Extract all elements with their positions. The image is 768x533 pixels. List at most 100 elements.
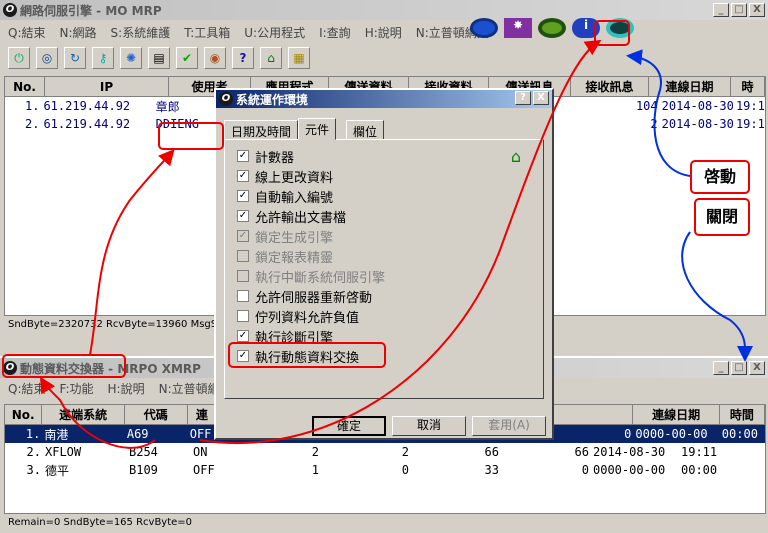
cell-value: 1 bbox=[311, 463, 319, 477]
cancel-button[interactable]: 取消 bbox=[392, 416, 466, 436]
col-date[interactable]: 連線日期 bbox=[633, 405, 720, 424]
menu-quit[interactable]: Q:結束 bbox=[8, 24, 46, 41]
option-checkbox[interactable]: ✓ 鎖定生成引擎 bbox=[237, 226, 385, 246]
disk-icon[interactable]: ▤ bbox=[148, 47, 170, 69]
col-no[interactable]: No. bbox=[5, 77, 45, 96]
menu-function[interactable]: F:功能 bbox=[60, 380, 94, 397]
option-checkbox[interactable]: ✓ 線上更改資料 bbox=[237, 166, 385, 186]
minimize-button[interactable]: _ bbox=[713, 361, 729, 375]
checkbox-box[interactable]: ✓ bbox=[237, 210, 249, 222]
option-checkbox[interactable]: 允許伺服器重新啓動 bbox=[237, 286, 385, 306]
tab-fields[interactable]: 欄位 bbox=[346, 120, 385, 140]
target-icon[interactable] bbox=[538, 18, 566, 38]
checkbox-box[interactable] bbox=[237, 290, 249, 302]
main-toolbar: ⏻ ◎ ↻ ⚷ ✺ ▤ ✔ ◉ ? ⌂ ▦ bbox=[0, 45, 768, 71]
cell-value: 2 bbox=[311, 445, 319, 459]
network-gear-icon[interactable] bbox=[470, 18, 498, 38]
swirl-icon[interactable]: ✺ bbox=[120, 47, 142, 69]
checkbox-box[interactable]: ✓ bbox=[237, 150, 249, 162]
app-logo-icon: O bbox=[3, 3, 17, 17]
cell-date: 2014-08-30 bbox=[593, 445, 666, 459]
cell-ip: 61.219.44.92 bbox=[43, 99, 131, 113]
checkbox-box[interactable]: ✓ bbox=[237, 230, 249, 242]
menu-help[interactable]: H:說明 bbox=[108, 380, 145, 397]
refresh-icon[interactable]: ↻ bbox=[64, 47, 86, 69]
cell-time: 19:11 bbox=[681, 445, 718, 459]
menu-help[interactable]: H:說明 bbox=[365, 24, 402, 41]
grid-icon[interactable]: ▦ bbox=[288, 47, 310, 69]
checkbox-box[interactable] bbox=[237, 270, 249, 282]
cell-recv-msg: 2 bbox=[650, 117, 658, 131]
option-checkbox[interactable]: 執行中斷系統伺服引擎 bbox=[237, 266, 385, 286]
col-time[interactable]: 時間 bbox=[720, 405, 765, 424]
checkbox-box[interactable]: ✓ bbox=[237, 170, 249, 182]
cell-value: 66 bbox=[574, 445, 589, 459]
option-checkbox[interactable]: 鎖定報表精靈 bbox=[237, 246, 385, 266]
col-date[interactable]: 連線日期 bbox=[649, 77, 731, 96]
cell-no: 1. bbox=[25, 99, 40, 113]
menu-network[interactable]: N:網路 bbox=[60, 24, 97, 41]
dialog-title-bar[interactable]: O 系統運作環境 ? X bbox=[216, 90, 552, 108]
option-label: 允許輸出文書檔 bbox=[255, 210, 347, 226]
close-button[interactable]: X bbox=[533, 91, 549, 105]
col-no[interactable]: No. bbox=[5, 405, 43, 424]
cell-no: 2. bbox=[25, 117, 40, 131]
main-title-bar[interactable]: O 網路伺服引擎 - MO MRP _ □ X bbox=[0, 0, 768, 20]
option-checkbox[interactable]: ✓ 允許輸出文書檔 bbox=[237, 206, 385, 226]
checkbox-box[interactable]: ✓ bbox=[237, 330, 249, 342]
cell-state: OFF bbox=[193, 463, 215, 477]
menu-system[interactable]: S:系統維護 bbox=[111, 24, 171, 41]
cell-no: 3. bbox=[26, 463, 41, 477]
close-button[interactable]: X bbox=[749, 361, 765, 375]
cell-no: 1. bbox=[25, 427, 41, 441]
label-close: 關閉 bbox=[694, 198, 750, 236]
highlight-user bbox=[158, 122, 224, 150]
menu-utilities[interactable]: U:公用程式 bbox=[244, 24, 305, 41]
apply-button[interactable]: 套用(A) bbox=[472, 416, 546, 436]
ok-button[interactable]: 確定 bbox=[312, 416, 386, 436]
cell-system: XFLOW bbox=[45, 445, 82, 459]
table-row[interactable]: 3. 德平 B109 OFF 1 0 33 0 0000-00-00 00:00 bbox=[5, 461, 765, 479]
connect-icon[interactable]: ◎ bbox=[36, 47, 58, 69]
tab-components[interactable]: 元件 bbox=[298, 118, 337, 140]
table-row[interactable]: 2. XFLOW B254 ON 2 2 66 66 2014-08-30 19… bbox=[5, 443, 765, 461]
col-time[interactable]: 時 bbox=[731, 77, 765, 96]
option-checkbox[interactable]: ✓ 計數器 bbox=[237, 146, 385, 166]
cell-value: 0 bbox=[401, 463, 409, 477]
col-connect[interactable]: 連 bbox=[188, 405, 218, 424]
option-label: 佇列資料允許負值 bbox=[255, 310, 360, 326]
col-code[interactable]: 代碼 bbox=[125, 405, 188, 424]
settings-dialog: O 系統運作環境 ? X 日期及時間 元件 欄位 ⌂ ✓ 計數器 ✓ 線上更改資料 ✓ 自… bbox=[214, 88, 554, 440]
checkbox-box[interactable] bbox=[237, 250, 249, 262]
tab-datetime[interactable]: 日期及時間 bbox=[224, 120, 299, 140]
close-button[interactable]: X bbox=[749, 3, 765, 17]
minimize-button[interactable]: _ bbox=[713, 3, 729, 17]
option-checkbox[interactable]: 佇列資料允許負值 bbox=[237, 306, 385, 326]
col-remote-system[interactable]: 遠端系統 bbox=[42, 405, 125, 424]
help-button[interactable]: ? bbox=[515, 91, 531, 105]
sub-status-bar: Remain=0 SndByte=165 RcvByte=0 bbox=[8, 517, 193, 528]
col-recv-msg[interactable]: 接收訊息 bbox=[571, 77, 649, 96]
col-ip[interactable]: IP bbox=[45, 77, 169, 96]
home-icon[interactable]: ⌂ bbox=[260, 47, 282, 69]
checkbox-box[interactable]: ✓ bbox=[237, 190, 249, 202]
option-label: 允許伺服器重新啓動 bbox=[255, 290, 373, 306]
maximize-button[interactable]: □ bbox=[731, 361, 747, 375]
cell-date: 0000-00-00 bbox=[635, 427, 708, 441]
record-icon[interactable]: ◉ bbox=[204, 47, 226, 69]
option-label: 自動輸入編號 bbox=[255, 190, 334, 206]
maximize-button[interactable]: □ bbox=[731, 3, 747, 17]
menu-query[interactable]: I:查詢 bbox=[319, 24, 351, 41]
cell-state: ON bbox=[193, 445, 208, 459]
cell-time: 19:1 bbox=[735, 99, 765, 113]
power-icon[interactable]: ⏻ bbox=[8, 47, 30, 69]
option-checkbox[interactable]: ✓ 自動輸入編號 bbox=[237, 186, 385, 206]
check-icon[interactable]: ✔ bbox=[176, 47, 198, 69]
help-icon[interactable]: ? bbox=[232, 47, 254, 69]
menu-quit[interactable]: Q:結束 bbox=[8, 380, 46, 397]
sparkle-icon[interactable]: ✸ bbox=[504, 18, 532, 38]
cell-system: 德平 bbox=[45, 463, 70, 478]
key-icon[interactable]: ⚷ bbox=[92, 47, 114, 69]
checkbox-box[interactable] bbox=[237, 310, 249, 322]
menu-tools[interactable]: T:工具箱 bbox=[184, 24, 230, 41]
